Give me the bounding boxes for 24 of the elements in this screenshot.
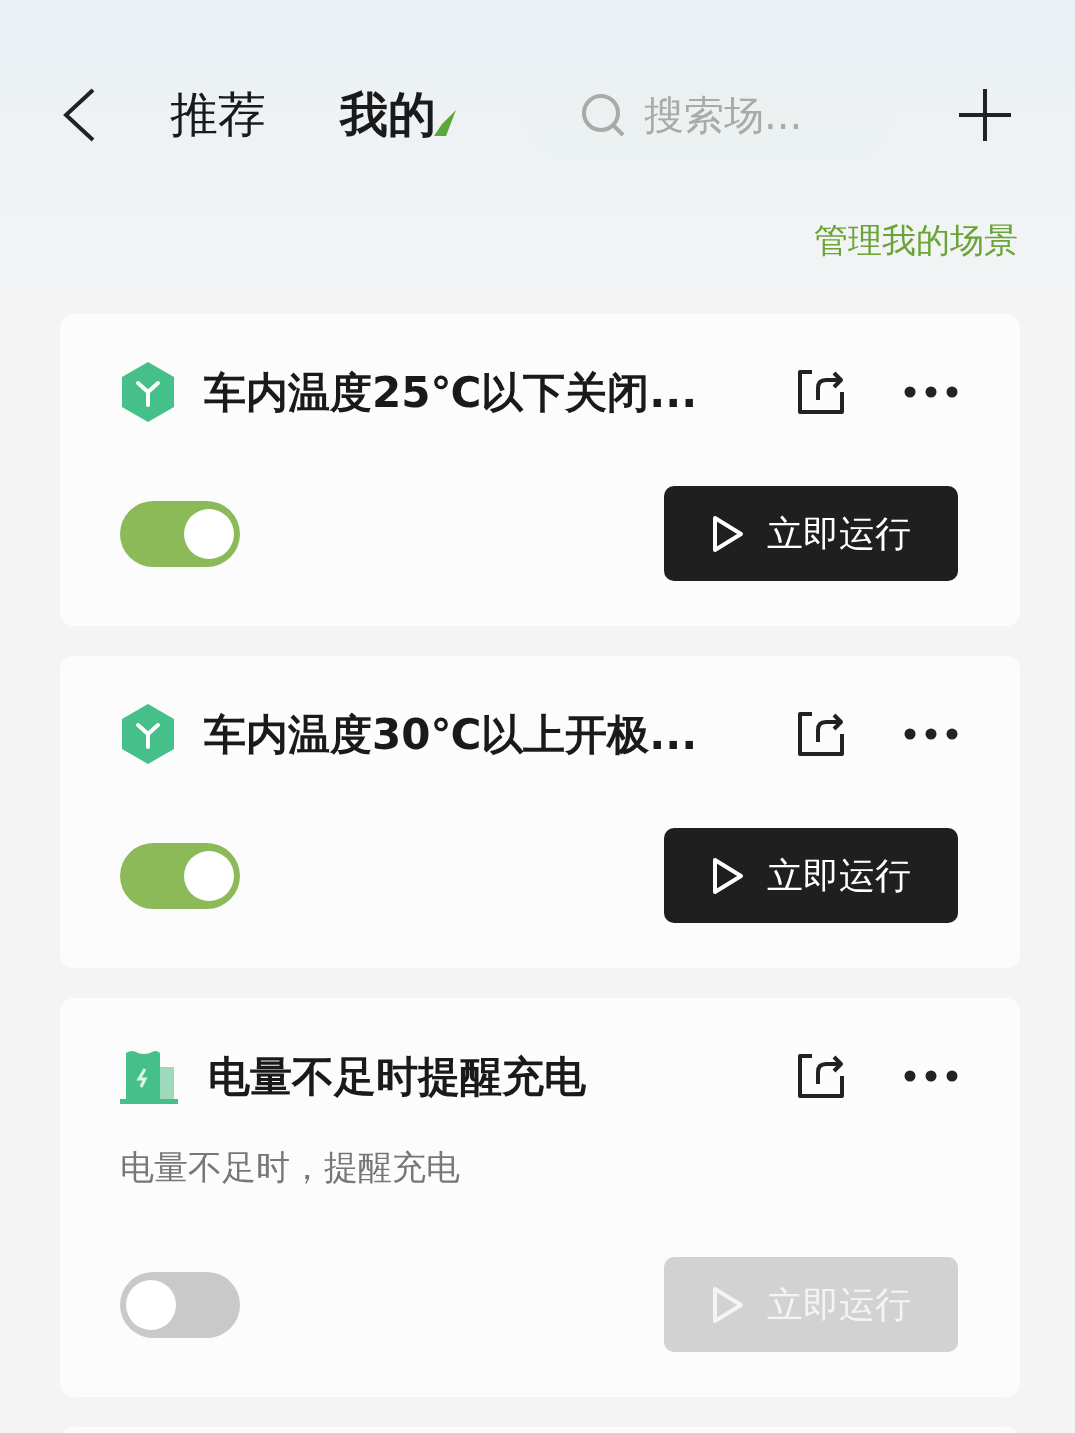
play-icon: [711, 1284, 745, 1325]
more-icon[interactable]: [904, 728, 958, 740]
play-icon: [711, 513, 745, 554]
share-icon[interactable]: [796, 710, 846, 758]
cube-icon: [120, 361, 176, 423]
tab[interactable]: 我的: [340, 86, 456, 144]
scene-description: 电量不足时，提醒充电: [120, 1146, 461, 1189]
share-icon[interactable]: [796, 1052, 846, 1100]
search-icon: [580, 92, 626, 138]
tab[interactable]: 推荐: [170, 86, 266, 144]
add-icon[interactable]: [957, 87, 1013, 143]
run-button[interactable]: 立即运行: [664, 486, 958, 581]
more-icon[interactable]: [904, 386, 958, 398]
tick-mark-icon: [432, 109, 456, 136]
search-field[interactable]: 搜索场...: [526, 67, 892, 163]
play-icon: [711, 855, 745, 896]
more-icon[interactable]: [904, 1070, 958, 1082]
share-icon[interactable]: [796, 368, 846, 416]
run-button[interactable]: 立即运行: [664, 828, 958, 923]
cube-icon: [120, 703, 176, 765]
scene-title: 电量不足时提醒充电: [208, 1050, 587, 1103]
scene-title: 车内温度30℃以上开极...: [204, 708, 699, 761]
scene-title: 车内温度25℃以下关闭...: [204, 366, 699, 419]
back-icon[interactable]: [62, 88, 96, 142]
